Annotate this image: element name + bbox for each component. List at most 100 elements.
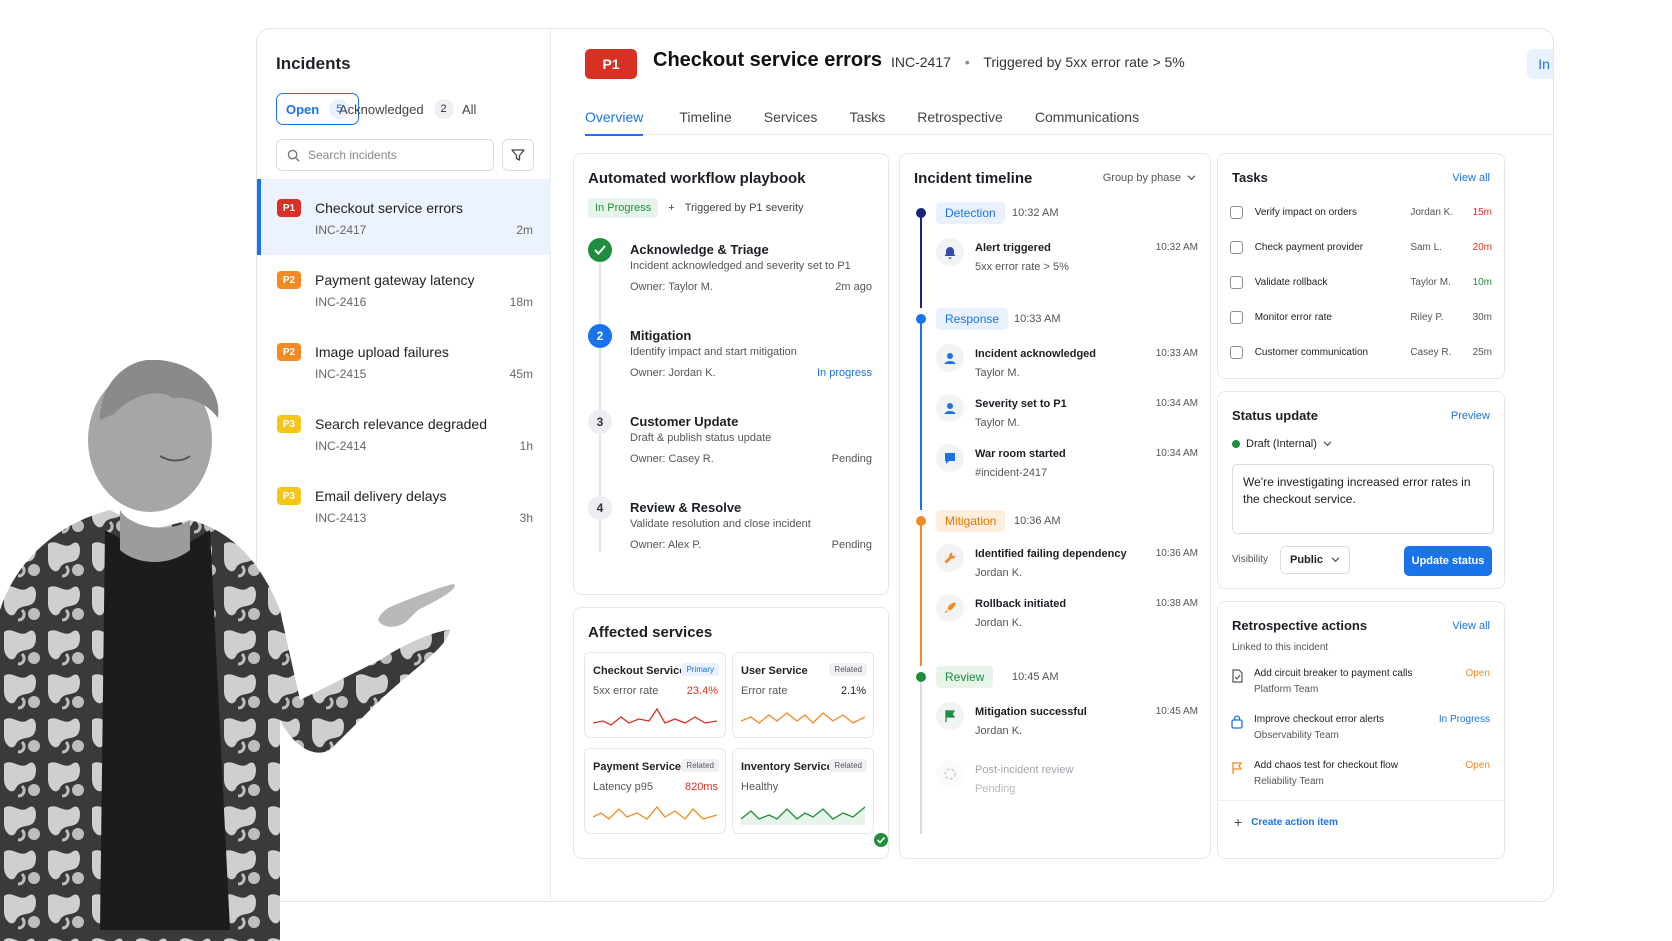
wrench-icon [936, 544, 964, 572]
retro-action-item[interactable]: Improve checkout error alerts Observabili… [1230, 714, 1490, 746]
filter-tab-label: Open [286, 101, 320, 117]
draft-visibility-dropdown[interactable]: Draft (Internal) [1232, 438, 1332, 450]
step-description: Validate resolution and close incident [630, 518, 811, 530]
task-checkbox[interactable] [1230, 275, 1243, 289]
filter-tab-count: 2 [433, 99, 454, 119]
task-name: Check payment provider [1254, 241, 1364, 253]
tasks-view-all-link[interactable]: View all [1452, 172, 1490, 184]
timeline-event-subtitle: Jordan K. [975, 567, 1023, 579]
timeline-connector [920, 520, 922, 666]
flag-icon [1230, 761, 1244, 780]
tab-retrospective[interactable]: Retrospective [897, 99, 1015, 135]
service-metric: 5xx error rate [593, 685, 659, 697]
tab-services[interactable]: Services [744, 99, 830, 135]
incident-meta: INC-2417 • Triggered by 5xx error rate >… [891, 54, 1185, 70]
task-name: Validate rollback [1254, 276, 1328, 288]
meta-separator-dot: • [964, 54, 970, 70]
timeline-event-title: Incident acknowledged [975, 348, 1097, 360]
create-action-item-button[interactable]: + Create action item [1234, 814, 1338, 830]
incident-item-age: 2m [516, 223, 533, 237]
task-owner: Sam L. [1410, 241, 1442, 253]
task-due-time: 20m [1472, 241, 1493, 253]
task-checkbox[interactable] [1230, 205, 1243, 219]
timeline-title: Incident timeline [914, 170, 1033, 187]
task-name: Monitor error rate [1254, 311, 1332, 323]
timeline-event-time: 10:36 AM [1155, 548, 1198, 559]
task-due-time: 15m [1472, 206, 1493, 218]
service-name: Checkout Service [593, 665, 686, 677]
group-by-dropdown[interactable]: Group by phase [1103, 172, 1196, 184]
task-checkbox[interactable] [1230, 240, 1243, 254]
filter-tab-label: All [462, 101, 477, 117]
step-state[interactable]: In progress [817, 367, 872, 379]
chevron-down-icon [1187, 175, 1196, 181]
timeline-phase-time: 10:32 AM [1012, 207, 1059, 219]
divider [1218, 800, 1504, 801]
search-incidents-input[interactable]: Search incidents [276, 139, 494, 171]
retro-view-all-link[interactable]: View all [1452, 620, 1490, 632]
timeline-phase-dot [916, 672, 926, 682]
incident-item-title: Payment gateway latency [315, 272, 475, 288]
flag-icon [936, 702, 964, 730]
step-owner: Owner: Alex P. [630, 539, 702, 551]
priority-badge: P1 [585, 49, 637, 79]
retro-action-item[interactable]: Add chaos test for checkout flow Reliabil… [1230, 760, 1490, 792]
priority-badge: P2 [277, 271, 301, 289]
incident-item-age: 45m [509, 367, 533, 381]
timeline-event-title: Mitigation successful [975, 706, 1087, 718]
sidebar-title: Incidents [276, 54, 351, 73]
timeline-phase-badge: Response [936, 308, 1009, 330]
status-dropdown[interactable]: In Progress [1527, 49, 1553, 79]
create-action-label: Create action item [1251, 816, 1338, 828]
step-indicator: 2 [588, 324, 612, 348]
task-name: Verify impact on orders [1254, 206, 1357, 218]
step-owner: Owner: Taylor M. [630, 281, 713, 293]
timeline-phase-time: 10:45 AM [1012, 671, 1059, 683]
update-status-button[interactable]: Update status [1404, 546, 1492, 576]
retro-action-item[interactable]: Add circuit breaker to payment calls Plat… [1230, 668, 1490, 700]
timeline-event-time: 10:32 AM [1155, 242, 1198, 253]
incident-trigger: Triggered by 5xx error rate > 5% [983, 54, 1185, 70]
service-card[interactable]: Payment Service Related Latency p95 820ms [584, 748, 726, 834]
service-card[interactable]: Checkout Service Primary 5xx error rate 23.… [584, 652, 726, 738]
visibility-select[interactable]: Public [1280, 546, 1350, 574]
timeline-phase-badge: Mitigation [936, 510, 1006, 532]
incident-list-item[interactable]: P1 Checkout service errors INC-2417 2m [257, 179, 551, 255]
tab-overview[interactable]: Overview [585, 99, 655, 136]
task-owner: Jordan K. [1410, 206, 1454, 218]
filter-tab-label: Acknowledged [339, 101, 424, 117]
filter-button[interactable] [502, 139, 534, 171]
tasks-title: Tasks [1232, 170, 1268, 185]
task-checkbox[interactable] [1230, 345, 1243, 359]
incident-item-id: INC-2417 [315, 223, 367, 237]
timeline-connector [920, 212, 922, 308]
tab-tasks[interactable]: Tasks [829, 99, 897, 135]
detail-tabs: Overview Timeline Services Tasks Retrosp… [585, 99, 1553, 136]
service-card[interactable]: User Service Related Error rate 2.1% [732, 652, 874, 738]
search-placeholder: Search incidents [308, 148, 397, 162]
preview-link[interactable]: Preview [1451, 410, 1490, 422]
filter-tab-acknowledged[interactable]: Acknowledged 2 [339, 93, 454, 125]
task-row: Customer communication Casey R. 25m [1230, 342, 1492, 362]
service-card[interactable]: Inventory Service Related Healthy [732, 748, 888, 847]
retro-action-team: Platform Team [1254, 684, 1319, 695]
retro-action-team: Observability Team [1254, 730, 1339, 741]
tab-timeline[interactable]: Timeline [655, 99, 743, 135]
retro-action-title: Add circuit breaker to payment calls [1254, 668, 1413, 679]
task-checkbox[interactable] [1230, 310, 1243, 324]
filter-tab-all[interactable]: All [462, 93, 476, 125]
bell-icon [936, 238, 964, 266]
service-metric-value: 23.4% [686, 685, 718, 697]
playbook-title: Automated workflow playbook [588, 170, 806, 187]
user-icon [936, 394, 964, 422]
tab-communications[interactable]: Communications [1015, 99, 1151, 135]
timeline-event-subtitle: Jordan K. [975, 617, 1023, 629]
visibility-label: Visibility [1232, 554, 1268, 565]
step-owner: Owner: Jordan K. [630, 367, 716, 379]
status-message-textarea[interactable]: We're investigating increased error rate… [1232, 464, 1494, 534]
timeline-event-time: 10:38 AM [1155, 598, 1198, 609]
service-tag: Primary [681, 663, 719, 676]
incident-list-item[interactable]: P2 Payment gateway latency INC-2416 18m [257, 251, 551, 327]
service-tag: Related [829, 663, 867, 676]
services-title: Affected services [588, 624, 713, 641]
